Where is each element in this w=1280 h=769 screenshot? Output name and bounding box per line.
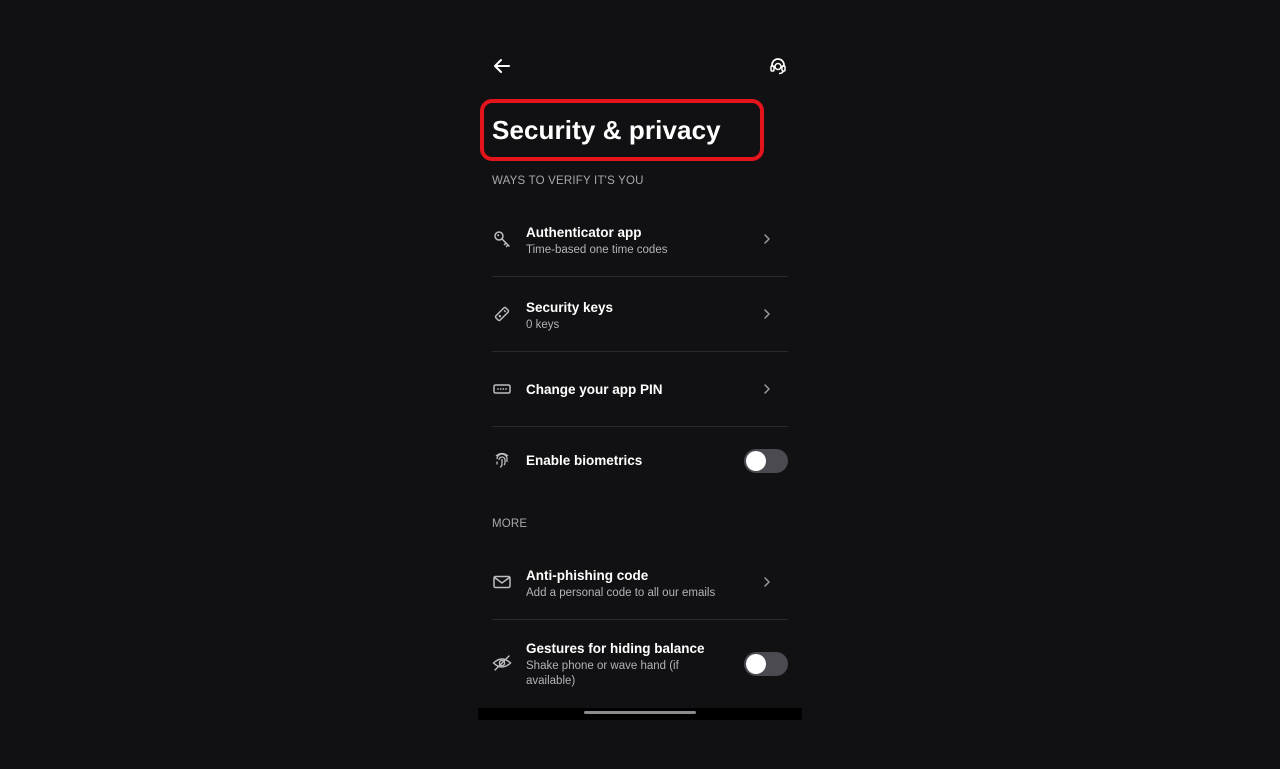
security-keys-sub: 0 keys xyxy=(526,319,560,331)
security-keys-label: Security keys xyxy=(526,300,614,315)
headset-support-icon xyxy=(770,58,786,75)
gestures-toggle[interactable] xyxy=(744,652,788,676)
gestures-hiding-balance-label: Gestures for hiding balance xyxy=(526,641,705,656)
phone-screen: Security & privacy WAYS TO VERIFY IT'S Y… xyxy=(478,30,802,720)
chevron-right-icon xyxy=(760,575,774,589)
eye-off-icon xyxy=(492,653,512,673)
pin-icon xyxy=(492,379,512,399)
enable-biometrics-row[interactable]: Enable biometrics xyxy=(492,435,788,485)
chevron-right-icon xyxy=(760,382,774,396)
navigation-bar xyxy=(478,708,802,720)
chevron-right-icon xyxy=(760,307,774,321)
gestures-hiding-balance-row[interactable]: Gestures for hiding balance Shake phone … xyxy=(492,630,788,696)
change-app-pin-row[interactable]: Change your app PIN xyxy=(492,360,788,418)
key-icon xyxy=(492,229,512,249)
authenticator-app-row[interactable]: Authenticator app Time-based one time co… xyxy=(492,210,788,268)
fingerprint-icon xyxy=(492,451,512,471)
change-app-pin-label: Change your app PIN xyxy=(526,382,663,397)
security-keys-row[interactable]: Security keys 0 keys xyxy=(492,285,788,343)
divider xyxy=(492,276,788,277)
support-button[interactable] xyxy=(766,54,790,78)
anti-phishing-code-row[interactable]: Anti-phishing code Add a personal code t… xyxy=(492,553,788,611)
enable-biometrics-label: Enable biometrics xyxy=(526,453,643,468)
home-indicator[interactable] xyxy=(584,711,696,714)
toggle-knob xyxy=(746,451,766,471)
toggle-knob xyxy=(746,654,766,674)
page-title: Security & privacy xyxy=(492,115,721,145)
anti-phishing-code-label: Anti-phishing code xyxy=(526,568,649,583)
authenticator-app-label: Authenticator app xyxy=(526,225,642,240)
security-key-icon xyxy=(492,304,512,324)
gestures-hiding-balance-sub: Shake phone or wave hand (if available) xyxy=(526,660,679,687)
page: Security & privacy WAYS TO VERIFY IT'S Y… xyxy=(0,0,1280,769)
authenticator-app-sub: Time-based one time codes xyxy=(526,244,668,256)
arrow-left-icon xyxy=(494,59,510,73)
back-button[interactable] xyxy=(490,54,514,78)
divider xyxy=(492,351,788,352)
chevron-right-icon xyxy=(760,232,774,246)
top-bar xyxy=(478,52,802,82)
anti-phishing-code-sub: Add a personal code to all our emails xyxy=(526,587,716,599)
divider xyxy=(492,426,788,427)
section-label-more: MORE xyxy=(492,518,528,530)
biometrics-toggle[interactable] xyxy=(744,449,788,473)
mail-icon xyxy=(492,572,512,592)
section-label-verify: WAYS TO VERIFY IT'S YOU xyxy=(492,175,644,187)
divider xyxy=(492,619,788,620)
